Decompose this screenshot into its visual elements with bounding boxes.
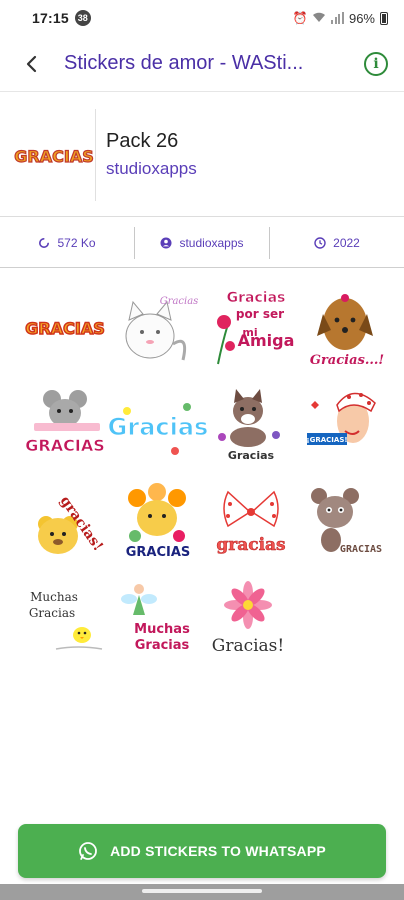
sticker-text: GRACIAS (25, 436, 104, 455)
sticker-item[interactable]: GRACIAS (111, 472, 204, 569)
signal-icon (331, 12, 344, 24)
screen: 17:15 38 ⏰ 96% Stickers de amor - WASti.… (0, 0, 404, 900)
alarm-icon: ⏰ (292, 11, 308, 25)
sticker-item[interactable]: ¡GRACIAS! (297, 375, 390, 472)
sticker-text: por ser (235, 307, 283, 321)
sticker-kitten-flowers-gracias: Gracias (217, 388, 280, 462)
add-button-label: ADD STICKERS TO WHATSAPP (110, 843, 326, 859)
account-icon (160, 237, 172, 248)
app-bar: Stickers de amor - WASti... i (0, 36, 404, 92)
sticker-item[interactable]: gracias! (18, 472, 111, 569)
pack-header: GRACIAS Pack 26 studioxapps (0, 93, 404, 217)
back-button[interactable] (0, 36, 64, 92)
stat-publisher: studioxapps (134, 226, 269, 259)
sticker-item[interactable]: GRACIAS (297, 472, 390, 569)
sticker-flower-bear-gracias: GRACIAS (125, 482, 190, 560)
info-button[interactable]: i (348, 36, 404, 92)
pack-tray-label: GRACIAS (14, 147, 93, 166)
clock-icon (314, 236, 326, 249)
sticker-text: Muchas (30, 590, 78, 604)
sticker-fairy-muchas-gracias: Muchas Gracias (120, 583, 190, 653)
stat-size-value: 572 Ko (57, 235, 96, 250)
add-to-whatsapp-button[interactable]: ADD STICKERS TO WHATSAPP (18, 824, 386, 878)
sticker-text: GRACIAS (125, 545, 190, 560)
sticker-text: Gracias (227, 449, 274, 462)
sticker-item[interactable]: Gracias (107, 375, 208, 472)
sticker-text: Gracias (28, 606, 74, 620)
pack-name: Pack 26 (106, 130, 179, 152)
battery-percent: 96% (348, 10, 375, 26)
sticker-text: gracias (216, 535, 285, 555)
pack-stats: 572 Ko studioxapps 2022 (0, 218, 404, 268)
sticker-text: Amiga (237, 331, 294, 350)
sticker-text: GRACIAS (25, 319, 104, 338)
info-icon: i (364, 51, 388, 76)
stat-publisher-value: studioxapps (179, 235, 244, 250)
sticker-bear-gracias: gracias! (37, 493, 105, 554)
sticker-brown-bear-gracias: GRACIAS (310, 487, 382, 555)
stat-size: 572 Ko (0, 227, 134, 259)
sticker-item[interactable]: Gracias (204, 375, 297, 472)
back-arrow-icon (26, 55, 37, 72)
sticker-chick-muchas-gracias: Muchas Gracias (28, 590, 102, 650)
sticker-text: Gracias (226, 290, 285, 306)
status-time: 17:15 (32, 10, 69, 26)
sticker-colorful-gracias-letters: Gracias (107, 402, 208, 455)
sticker-item[interactable]: Gracias por ser mi Amiga (204, 278, 297, 375)
sticker-text: GRACIAS (339, 544, 381, 555)
sticker-polka-woman-gracias: ¡GRACIAS! (306, 392, 376, 445)
sticker-text: Muchas (134, 622, 190, 637)
status-bar: 17:15 38 ⏰ 96% (0, 0, 404, 36)
sticker-item[interactable]: gracias (204, 472, 297, 569)
page-title: Stickers de amor - WASti... (64, 52, 304, 74)
sticker-item[interactable]: Muchas Gracias (18, 569, 111, 666)
stat-year-value: 2022 (333, 235, 360, 250)
sticker-text: Gracias (134, 638, 189, 653)
sticker-item[interactable]: Gracias...! (297, 278, 390, 375)
sticker-polka-bow-gracias: gracias (216, 490, 285, 555)
home-gesture-handle[interactable] (142, 889, 262, 893)
sticker-gracias-por-ser-mi-amiga: Gracias por ser mi Amiga (216, 289, 294, 364)
sticker-item[interactable]: Gracias! (204, 569, 297, 666)
sticker-text: ¡GRACIAS! (306, 436, 347, 444)
battery-icon (380, 11, 388, 25)
sticker-gracias-orange-text: GRACIAS (24, 318, 105, 339)
sticker-mouse-gracias: GRACIAS (25, 389, 104, 455)
pack-author-link[interactable]: studioxapps (106, 159, 197, 179)
sticker-white-cat-gracias: Gracias (125, 296, 198, 360)
sticker-text: Gracias (107, 413, 208, 441)
sticker-text: Gracias...! (309, 353, 383, 368)
sticker-yorkie-dog-gracias: Gracias...! (309, 293, 384, 368)
notification-count-badge: 38 (74, 10, 91, 26)
whatsapp-icon (79, 842, 97, 860)
sticker-item[interactable]: Muchas Gracias (111, 569, 204, 666)
system-navigation-bar (0, 884, 404, 900)
size-icon (39, 237, 50, 248)
pack-tray-icon: GRACIAS (12, 108, 96, 201)
wifi-icon (312, 11, 326, 26)
sticker-item[interactable]: GRACIAS (18, 278, 111, 375)
status-icons: ⏰ 96% (293, 11, 388, 26)
sticker-text: Gracias! (211, 636, 284, 656)
sticker-item[interactable]: Gracias (111, 278, 204, 375)
sticker-item[interactable]: GRACIAS (18, 375, 111, 472)
sticker-pink-flower-gracias: Gracias! (211, 580, 284, 656)
sticker-text: Gracias (159, 296, 198, 307)
sticker-grid: GRACIAS Gracias Gracias por ser mi Amiga… (18, 278, 390, 666)
pack-info: Pack 26 studioxapps (106, 130, 197, 179)
stat-year: 2022 (269, 226, 404, 259)
